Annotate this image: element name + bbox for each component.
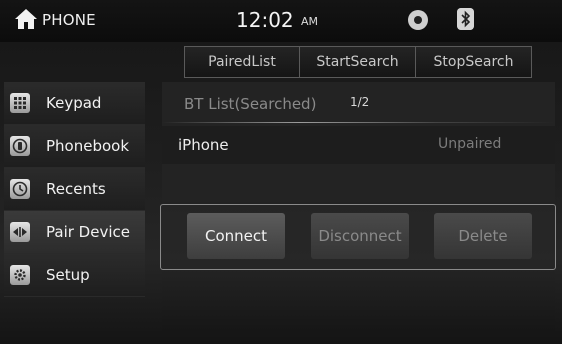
phone-screen: PHONE 12:02 AM PairedList StartSearch St… [0,0,562,344]
sidebar-item-setup[interactable]: Setup [4,254,145,297]
delete-button[interactable]: Delete [434,213,532,259]
pair-status: Unpaired [438,136,502,152]
tab-start-search[interactable]: StartSearch [300,46,416,78]
device-list: BT List(Searched) 1/2 iPhone Unpaired [162,82,555,202]
clock-icon [10,179,30,199]
tab-stop-search[interactable]: StopSearch [416,46,532,78]
disc-icon [408,10,428,30]
sidebar-item-pair-device[interactable]: Pair Device [4,211,145,254]
clock-time: 12:02 [236,8,294,32]
bluetooth-icon [457,8,474,30]
empty-area [162,270,555,332]
status-bar: PHONE 12:02 AM [0,0,562,42]
sidebar-item-recents[interactable]: Recents [4,168,145,211]
home-icon[interactable] [14,8,38,30]
sidebar-item-phonebook[interactable]: Phonebook [4,125,145,168]
sidebar-item-label: Setup [46,266,90,284]
keypad-icon [10,93,30,113]
sidebar-item-label: Pair Device [46,223,130,241]
gear-icon [10,265,30,285]
page-indicator: 1/2 [350,95,370,109]
device-name: iPhone [178,136,229,154]
app-title: PHONE [42,11,96,29]
disconnect-button[interactable]: Disconnect [311,213,409,259]
action-bar: Connect Disconnect Delete [160,204,556,270]
sidebar-item-label: Phonebook [46,137,130,155]
clock-ampm: AM [301,15,319,28]
divider [162,122,555,123]
connect-button[interactable]: Connect [187,213,285,259]
list-heading: BT List(Searched) [184,95,317,113]
list-item[interactable]: iPhone Unpaired [162,126,555,164]
sidebar: Keypad Phonebook Recents Pair Device Set… [4,82,145,297]
phonebook-icon [10,136,30,156]
sidebar-item-keypad[interactable]: Keypad [4,82,145,125]
sidebar-item-label: Keypad [46,94,102,112]
pair-device-icon [10,222,30,242]
search-tabs: PairedList StartSearch StopSearch [184,46,532,78]
tab-paired-list[interactable]: PairedList [184,46,300,78]
sidebar-item-label: Recents [46,180,106,198]
